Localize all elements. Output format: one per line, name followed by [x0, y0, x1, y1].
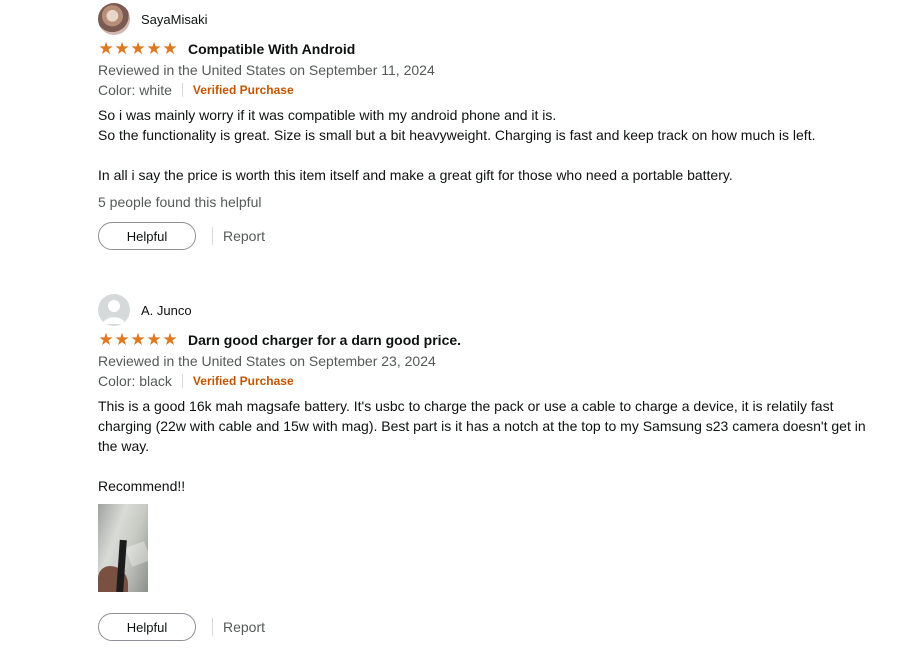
- verified-purchase-badge: Verified Purchase: [192, 83, 294, 97]
- star-icon: ★: [130, 330, 146, 349]
- star-icon: ★: [162, 39, 178, 58]
- reviewer-profile[interactable]: A. Junco: [98, 294, 878, 326]
- star-icon: ★: [130, 39, 146, 58]
- review-line: Recommend!!: [98, 478, 186, 494]
- divider: [181, 374, 183, 388]
- reviewer-avatar[interactable]: [98, 3, 130, 35]
- color-variant[interactable]: Color: white: [98, 82, 172, 98]
- review-line-blank: [98, 145, 878, 165]
- review-image-thumbnail[interactable]: [98, 504, 148, 592]
- reviewer-name[interactable]: SayaMisaki: [141, 12, 207, 27]
- review-line-blank: [98, 456, 878, 476]
- divider: [212, 227, 213, 245]
- review-line: This is a good 16k mah magsafe battery. …: [98, 398, 866, 454]
- reviewer-profile[interactable]: SayaMisaki: [98, 3, 878, 35]
- color-variant[interactable]: Color: black: [98, 373, 172, 389]
- image-highlight: [125, 541, 148, 567]
- divider: [212, 618, 213, 636]
- report-link[interactable]: Report: [223, 619, 265, 635]
- review-date: Reviewed in the United States on Septemb…: [98, 353, 436, 369]
- helpful-button[interactable]: Helpful: [98, 613, 196, 641]
- star-icon: ★: [146, 39, 162, 58]
- star-icon: ★: [98, 330, 114, 349]
- star-rating[interactable]: ★ ★ ★ ★ ★: [98, 331, 178, 349]
- review-line: In all i say the price is worth this ite…: [98, 167, 733, 183]
- star-icon: ★: [146, 330, 162, 349]
- review-actions: Helpful Report: [98, 221, 878, 251]
- review-body: So i was mainly worry if it was compatib…: [98, 105, 878, 185]
- review-1: SayaMisaki ★ ★ ★ ★ ★ Compatible With And…: [98, 3, 878, 251]
- review-line: So i was mainly worry if it was compatib…: [98, 107, 557, 123]
- star-icon: ★: [98, 39, 114, 58]
- helpful-button[interactable]: Helpful: [98, 222, 196, 250]
- person-silhouette-icon[interactable]: [98, 294, 130, 326]
- review-title[interactable]: Compatible With Android: [188, 41, 355, 57]
- star-icon: ★: [162, 330, 178, 349]
- review-format: Color: white Verified Purchase: [98, 81, 878, 99]
- review-2: A. Junco ★ ★ ★ ★ ★ Darn good charger for…: [98, 294, 878, 642]
- helpful-count: 5 people found this helpful: [98, 194, 262, 210]
- reviewer-name[interactable]: A. Junco: [141, 303, 192, 318]
- divider: [181, 83, 183, 97]
- review-title[interactable]: Darn good charger for a darn good price.: [188, 332, 461, 348]
- verified-purchase-badge: Verified Purchase: [192, 374, 294, 388]
- report-link[interactable]: Report: [223, 228, 265, 244]
- star-icon: ★: [114, 39, 130, 58]
- star-rating[interactable]: ★ ★ ★ ★ ★: [98, 40, 178, 58]
- review-body: This is a good 16k mah magsafe battery. …: [98, 396, 878, 496]
- review-date: Reviewed in the United States on Septemb…: [98, 62, 435, 78]
- review-line: So the functionality is great. Size is s…: [98, 127, 816, 143]
- review-format: Color: black Verified Purchase: [98, 372, 878, 390]
- star-icon: ★: [114, 330, 130, 349]
- review-actions: Helpful Report: [98, 612, 878, 642]
